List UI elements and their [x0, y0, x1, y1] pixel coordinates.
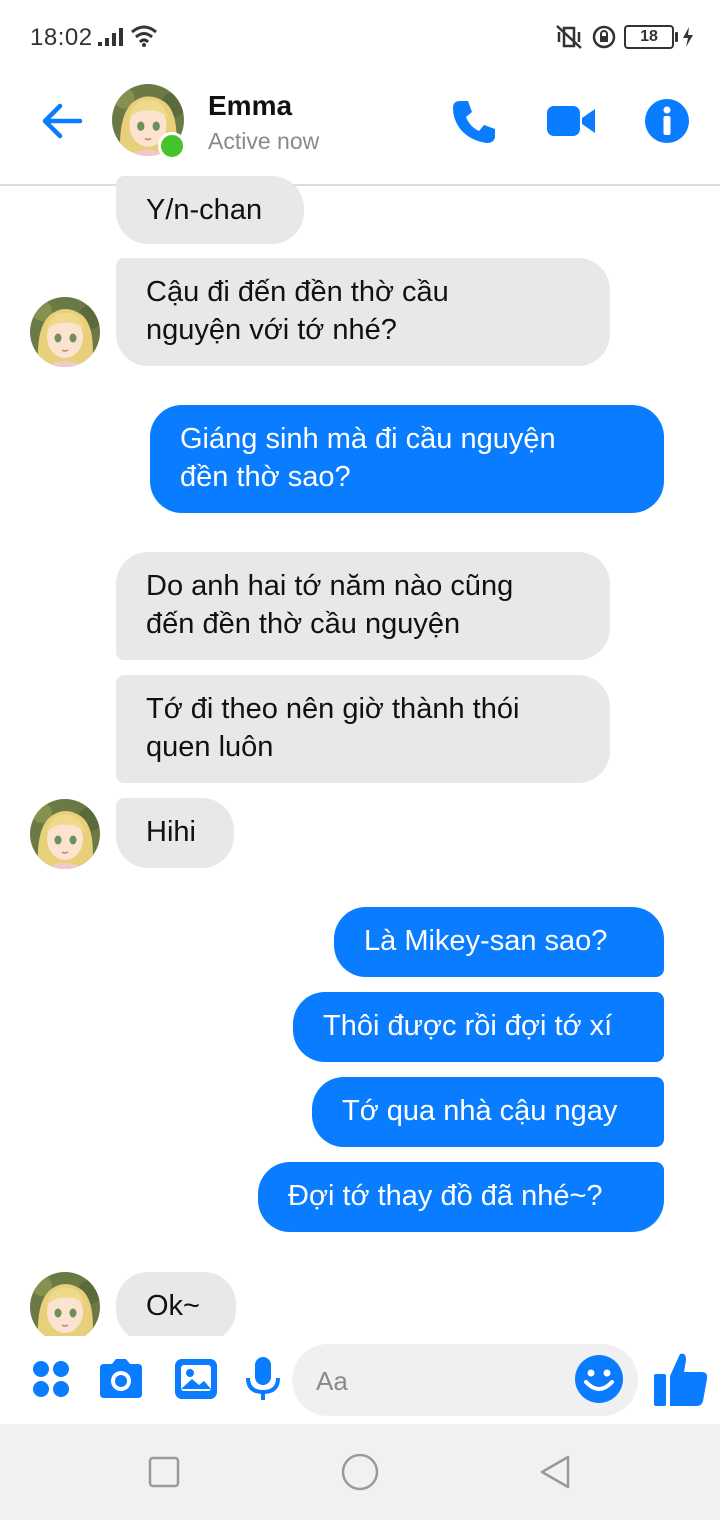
apps-icon[interactable]: [26, 1354, 76, 1404]
message-bubble-incoming[interactable]: Tớ đi theo nên giờ thành thói quen luôn: [116, 675, 610, 783]
message-text: Y/n-chan: [146, 194, 263, 226]
wifi-icon: [131, 25, 157, 47]
microphone-icon[interactable]: [238, 1354, 288, 1404]
signal-icon: [98, 28, 123, 46]
status-time: 18:02: [30, 24, 93, 51]
emoji-icon[interactable]: [574, 1354, 624, 1404]
message-text: Là Mikey-san sao?: [364, 925, 608, 957]
sender-avatar[interactable]: [30, 1272, 100, 1336]
system-nav-bar: [0, 1424, 720, 1520]
message-text: Ok~: [146, 1290, 200, 1322]
charging-icon: [683, 27, 693, 47]
chat-header: Emma Active now: [0, 76, 720, 186]
home-icon[interactable]: [340, 1452, 380, 1492]
info-icon[interactable]: [642, 96, 692, 146]
back-nav-icon[interactable]: [538, 1454, 574, 1490]
message-text: Hihi: [146, 816, 196, 848]
message-bubble-outgoing[interactable]: Đợi tớ thay đồ đã nhé~?: [258, 1162, 664, 1232]
message-bubble-outgoing[interactable]: Tớ qua nhà cậu ngay: [312, 1077, 664, 1147]
message-bubble-outgoing[interactable]: Là Mikey-san sao?: [334, 907, 664, 977]
lock-rotation-icon: [592, 25, 616, 49]
message-bubble-incoming[interactable]: Ok~: [116, 1272, 236, 1336]
contact-name[interactable]: Emma: [208, 90, 292, 122]
last-message-clip: Ok~: [0, 1260, 720, 1336]
message-bubble-outgoing[interactable]: Thôi được rồi đợi tớ xí: [293, 992, 664, 1062]
video-camera-icon[interactable]: [546, 96, 596, 146]
message-bubble-incoming[interactable]: Hihi: [116, 798, 234, 868]
phone-icon[interactable]: [450, 96, 500, 146]
battery-indicator: 18: [624, 25, 678, 49]
vibrate-mute-icon: [556, 25, 582, 49]
message-text: Thôi được rồi đợi tớ xí: [323, 1010, 613, 1042]
contact-status: Active now: [208, 128, 320, 154]
message-input[interactable]: Aa: [292, 1344, 638, 1416]
sender-avatar[interactable]: [30, 297, 100, 367]
message-text-line: nguyện với tớ nhé?: [146, 314, 397, 346]
message-text-line: Cậu đi đến đền thờ cầu: [146, 276, 449, 308]
message-text: Đợi tớ thay đồ đã nhé~?: [288, 1180, 603, 1212]
status-bar: 18:02 18: [0, 0, 720, 76]
message-bubble-incoming[interactable]: Cậu đi đến đền thờ cầu nguyện với tớ nhé…: [116, 258, 610, 366]
thumbs-up-icon[interactable]: [652, 1350, 710, 1408]
message-bubble-incoming[interactable]: Y/n-chan: [116, 176, 304, 244]
message-bubble-incoming[interactable]: Do anh hai tớ năm nào cũng đến đền thờ c…: [116, 552, 610, 660]
message-text-line: đền thờ sao?: [180, 461, 351, 493]
message-input-placeholder: Aa: [316, 1366, 348, 1396]
online-indicator: [158, 132, 186, 160]
sender-avatar[interactable]: [30, 799, 100, 869]
gallery-icon[interactable]: [172, 1354, 222, 1404]
back-arrow-icon[interactable]: [40, 98, 86, 144]
message-text-line: Tớ đi theo nên giờ thành thói: [146, 693, 520, 725]
message-text-line: quen luôn: [146, 731, 274, 763]
message-text-line: Do anh hai tớ năm nào cũng: [146, 570, 514, 602]
message-text-line: đến đền thờ cầu nguyện: [146, 608, 461, 640]
message-text: Tớ qua nhà cậu ngay: [342, 1095, 618, 1127]
message-composer: Aa: [0, 1336, 720, 1424]
message-text-line: Giáng sinh mà đi cầu nguyện: [180, 423, 556, 455]
message-bubble-outgoing[interactable]: Giáng sinh mà đi cầu nguyện đền thờ sao?: [150, 405, 664, 513]
camera-icon[interactable]: [96, 1354, 146, 1404]
recent-apps-icon[interactable]: [148, 1456, 180, 1488]
